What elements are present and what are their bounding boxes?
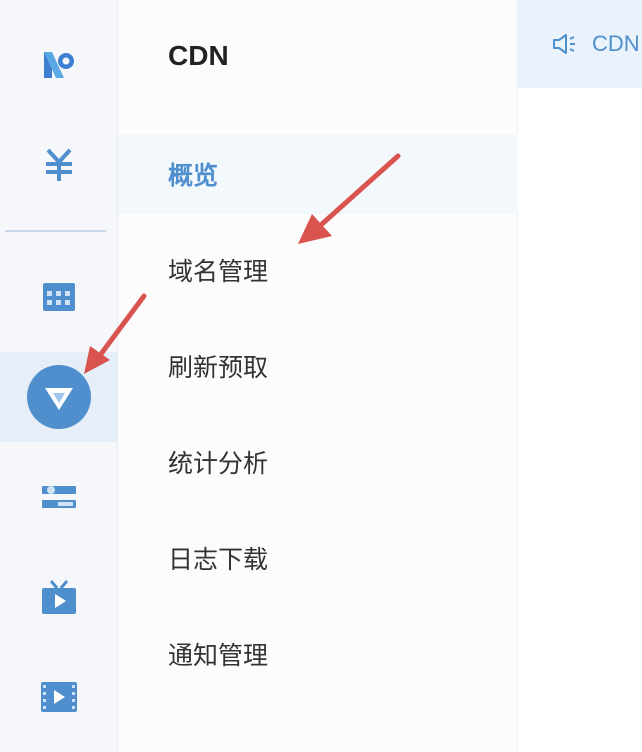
menu-item-statistics[interactable]: 统计分析 [118, 422, 518, 502]
rail-item-settings[interactable] [0, 452, 118, 542]
menu-item-label: 日志下载 [168, 545, 269, 574]
menu-item-label: 刷新预取 [168, 353, 269, 382]
rail-divider [5, 230, 106, 232]
cdn-submenu: CDN 概览 域名管理 刷新预取 统计分析 日志下载 通知管理 [118, 0, 518, 752]
rail-item-billing[interactable] [0, 120, 118, 210]
logo-icon [44, 52, 74, 78]
cdn-icon [27, 365, 91, 429]
rail-item-video[interactable] [0, 652, 118, 742]
speaker-icon [553, 34, 575, 54]
menu-item-label: 概览 [168, 161, 219, 190]
menu-item-label: 通知管理 [168, 641, 269, 670]
menu-item-label: 域名管理 [168, 257, 269, 286]
rail-item-tv[interactable] [0, 552, 118, 642]
video-film-icon [41, 682, 77, 712]
yuan-icon [46, 148, 72, 181]
menu-item-notification-management[interactable]: 通知管理 [118, 614, 518, 694]
menu-item-log-download[interactable]: 日志下载 [118, 518, 518, 598]
menu-item-overview[interactable]: 概览 [118, 134, 518, 214]
rail-item-grid[interactable] [0, 252, 118, 342]
notice-text: CDN [592, 31, 640, 56]
grid-icon [43, 283, 75, 311]
rail-item-cdn[interactable] [0, 352, 118, 442]
notice-bar[interactable]: CDN [518, 0, 642, 88]
tv-icon [42, 580, 76, 614]
submenu-title: CDN [168, 40, 229, 71]
settings-sliders-icon [42, 486, 76, 508]
menu-item-label: 统计分析 [168, 449, 269, 478]
rail-item-logo[interactable] [0, 20, 118, 110]
menu-item-refresh-prefetch[interactable]: 刷新预取 [118, 326, 518, 406]
icon-rail [0, 0, 118, 752]
menu-item-domain-management[interactable]: 域名管理 [118, 230, 518, 310]
